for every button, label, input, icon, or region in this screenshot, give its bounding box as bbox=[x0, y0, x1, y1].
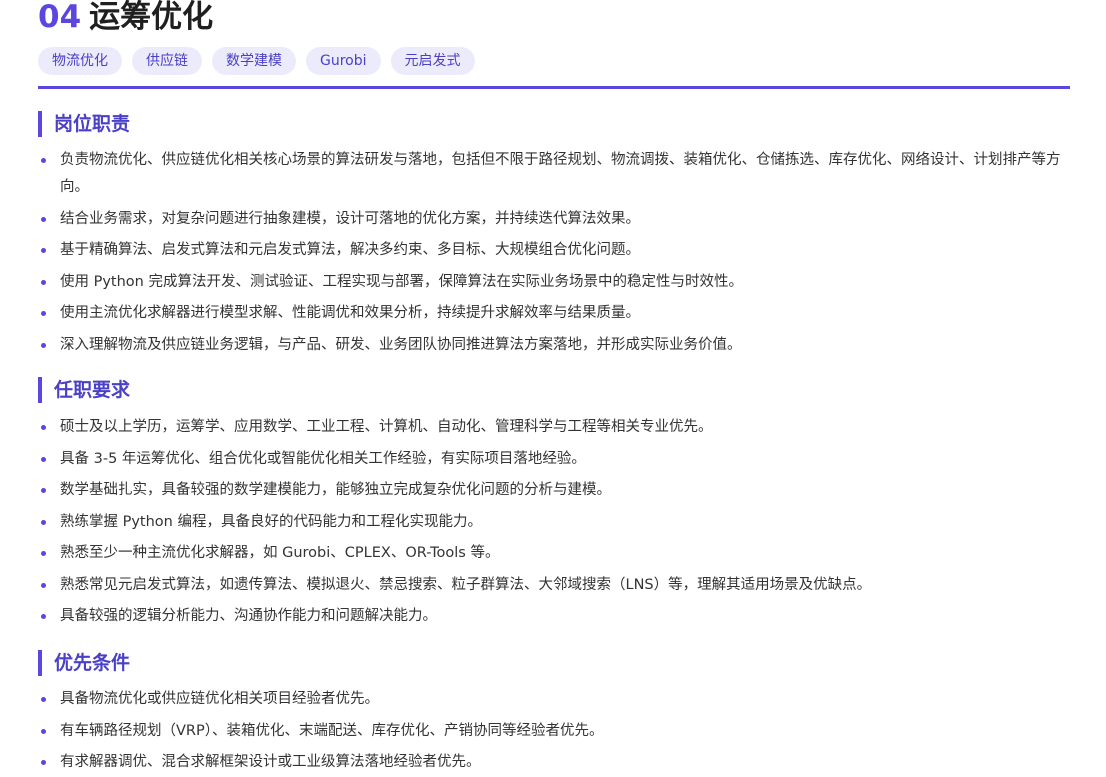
section-number: 04 bbox=[38, 0, 82, 35]
section-heading: 优先条件 bbox=[38, 650, 1078, 676]
job-posting-page: 04 运筹优化 物流优化 供应链 数学建模 Gurobi 元启发式 岗位职责 负责… bbox=[0, 0, 1106, 777]
tag-metaheuristics: 元启发式 bbox=[390, 47, 475, 75]
tag-gurobi: Gurobi bbox=[306, 47, 381, 75]
section-heading: 任职要求 bbox=[38, 377, 1078, 403]
section-duties: 岗位职责 负责物流优化、供应链优化相关核心场景的算法研发与落地，包括但不限于路径… bbox=[38, 111, 1078, 359]
page-title: 04 运筹优化 bbox=[38, 0, 213, 38]
list-item: 具备物流优化或供应链优化相关项目经验者优先。 bbox=[38, 686, 1078, 713]
list-item: 使用主流优化求解器进行模型求解、性能调优和效果分析，持续提升求解效率与结果质量。 bbox=[38, 300, 1078, 327]
list-item: 数学基础扎实，具备较强的数学建模能力，能够独立完成复杂优化问题的分析与建模。 bbox=[38, 477, 1078, 504]
list-item: 基于精确算法、启发式算法和元启发式算法，解决多约束、多目标、大规模组合优化问题。 bbox=[38, 237, 1078, 264]
tag-supply-chain: 供应链 bbox=[132, 47, 202, 75]
list-item: 具备 3-5 年运筹优化、组合优化或智能优化相关工作经验，有实际项目落地经验。 bbox=[38, 446, 1078, 473]
tag-logistics-optimization: 物流优化 bbox=[38, 47, 122, 75]
list-item: 熟悉常见元启发式算法，如遗传算法、模拟退火、禁忌搜索、粒子群算法、大邻域搜索（L… bbox=[38, 572, 1078, 599]
list-item: 有求解器调优、混合求解框架设计或工业级算法落地经验者优先。 bbox=[38, 749, 1078, 776]
section-preferred: 优先条件 具备物流优化或供应链优化相关项目经验者优先。 有车辆路径规划（VRP）… bbox=[38, 650, 1078, 776]
title-text: 运筹优化 bbox=[89, 0, 214, 35]
list-item: 有车辆路径规划（VRP）、装箱优化、末端配送、库存优化、产销协同等经验者优先。 bbox=[38, 718, 1078, 745]
list-item: 具备较强的逻辑分析能力、沟通协作能力和问题解决能力。 bbox=[38, 603, 1078, 630]
requirements-list: 硕士及以上学历，运筹学、应用数学、工业工程、计算机、自动化、管理科学与工程等相关… bbox=[38, 414, 1078, 630]
tag-list: 物流优化 供应链 数学建模 Gurobi 元启发式 bbox=[38, 47, 475, 75]
list-item: 使用 Python 完成算法开发、测试验证、工程实现与部署，保障算法在实际业务场… bbox=[38, 269, 1078, 296]
list-item: 结合业务需求，对复杂问题进行抽象建模，设计可落地的优化方案，并持续迭代算法效果。 bbox=[38, 206, 1078, 233]
tag-math-modeling: 数学建模 bbox=[212, 47, 296, 75]
list-item: 负责物流优化、供应链优化相关核心场景的算法研发与落地，包括但不限于路径规划、物流… bbox=[38, 147, 1070, 201]
duties-list: 负责物流优化、供应链优化相关核心场景的算法研发与落地，包括但不限于路径规划、物流… bbox=[38, 147, 1078, 359]
section-heading: 岗位职责 bbox=[38, 111, 1078, 137]
preferred-list: 具备物流优化或供应链优化相关项目经验者优先。 有车辆路径规划（VRP）、装箱优化… bbox=[38, 686, 1078, 776]
list-item: 硕士及以上学历，运筹学、应用数学、工业工程、计算机、自动化、管理科学与工程等相关… bbox=[38, 414, 1078, 441]
list-item: 熟悉至少一种主流优化求解器，如 Gurobi、CPLEX、OR-Tools 等。 bbox=[38, 540, 1078, 567]
header-divider bbox=[38, 86, 1070, 89]
list-item: 深入理解物流及供应链业务逻辑，与产品、研发、业务团队协同推进算法方案落地，并形成… bbox=[38, 332, 1078, 359]
list-item: 熟练掌握 Python 编程，具备良好的代码能力和工程化实现能力。 bbox=[38, 509, 1078, 536]
section-requirements: 任职要求 硕士及以上学历，运筹学、应用数学、工业工程、计算机、自动化、管理科学与… bbox=[38, 377, 1078, 630]
